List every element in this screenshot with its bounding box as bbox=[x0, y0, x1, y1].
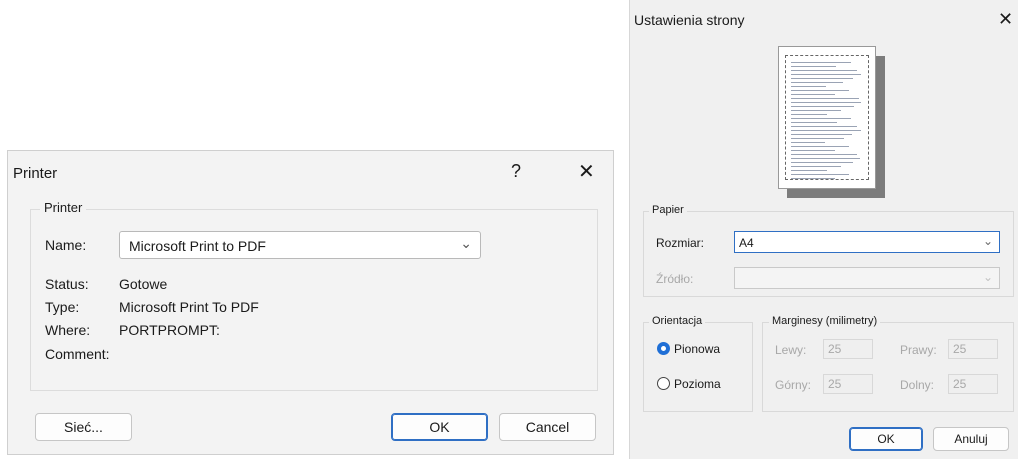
bottom-margin-input[interactable]: 25 bbox=[948, 374, 998, 394]
page-margin-outline bbox=[785, 55, 869, 180]
orientation-group-label: Orientacja bbox=[649, 315, 706, 327]
source-label: Źródło: bbox=[656, 272, 694, 286]
size-label: Rozmiar: bbox=[656, 236, 705, 250]
close-icon[interactable]: ✕ bbox=[578, 159, 595, 184]
left-margin-input[interactable]: 25 bbox=[823, 339, 873, 359]
status-label: Status: bbox=[45, 276, 89, 292]
chevron-down-icon: ⌄ bbox=[982, 270, 993, 284]
dialog-title: Ustawienia strony bbox=[634, 12, 745, 28]
left-margin-value: 25 bbox=[828, 342, 842, 356]
landscape-radio[interactable] bbox=[657, 377, 670, 390]
chevron-down-icon: ⌄ bbox=[982, 234, 993, 248]
paper-group-label: Papier bbox=[649, 204, 687, 216]
name-label: Name: bbox=[45, 237, 87, 253]
cancel-button[interactable]: Cancel bbox=[499, 413, 596, 441]
printer-name-value: Microsoft Print to PDF bbox=[129, 238, 266, 254]
printer-dialog: Printer ? ✕ Printer Name: Microsoft Prin… bbox=[7, 150, 614, 455]
bottom-margin-label: Dolny: bbox=[900, 378, 935, 392]
ok-button[interactable]: OK bbox=[391, 413, 488, 441]
margins-group-label: Marginesy (milimetry) bbox=[769, 315, 881, 327]
right-margin-label: Prawy: bbox=[900, 343, 937, 357]
portrait-radio[interactable] bbox=[657, 342, 670, 355]
page-preview bbox=[778, 46, 876, 189]
paper-source-select[interactable]: ⌄ bbox=[734, 267, 1000, 289]
type-label: Type: bbox=[45, 299, 80, 315]
right-margin-input[interactable]: 25 bbox=[948, 339, 998, 359]
top-margin-label: Górny: bbox=[775, 378, 812, 392]
page-setup-dialog: Ustawienia strony ✕ Papier Rozmiar: A4 ⌄… bbox=[629, 0, 1018, 459]
top-margin-value: 25 bbox=[828, 377, 842, 391]
type-value: Microsoft Print To PDF bbox=[119, 299, 259, 315]
bottom-margin-value: 25 bbox=[953, 377, 967, 391]
margins-group bbox=[762, 322, 1014, 412]
cancel-button[interactable]: Anuluj bbox=[933, 427, 1009, 451]
close-icon[interactable]: ✕ bbox=[998, 9, 1013, 30]
where-label: Where: bbox=[45, 322, 91, 338]
left-margin-label: Lewy: bbox=[775, 343, 807, 357]
comment-label: Comment: bbox=[45, 346, 110, 362]
landscape-label[interactable]: Pozioma bbox=[674, 377, 721, 391]
where-value: PORTPROMPT: bbox=[119, 322, 220, 338]
printer-name-select[interactable]: Microsoft Print to PDF ⌄ bbox=[119, 231, 481, 259]
page-text-lines bbox=[791, 62, 861, 182]
help-icon[interactable]: ? bbox=[511, 161, 521, 182]
ok-button[interactable]: OK bbox=[849, 427, 923, 451]
paper-size-select[interactable]: A4 ⌄ bbox=[734, 231, 1000, 253]
network-button[interactable]: Sieć... bbox=[35, 413, 132, 441]
right-margin-value: 25 bbox=[953, 342, 967, 356]
dialog-title: Printer bbox=[13, 165, 58, 182]
orientation-group bbox=[643, 322, 753, 412]
portrait-label[interactable]: Pionowa bbox=[674, 342, 720, 356]
paper-size-value: A4 bbox=[739, 236, 754, 250]
chevron-down-icon: ⌄ bbox=[460, 235, 472, 251]
top-margin-input[interactable]: 25 bbox=[823, 374, 873, 394]
status-value: Gotowe bbox=[119, 276, 168, 292]
printer-group-label: Printer bbox=[40, 200, 87, 215]
